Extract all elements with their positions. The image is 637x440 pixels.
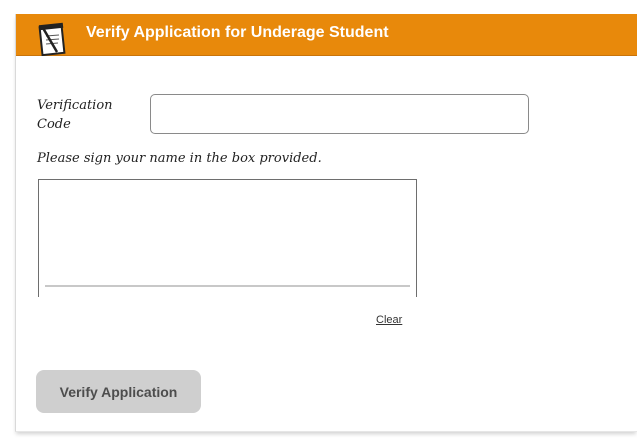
signature-baseline bbox=[45, 285, 410, 287]
verification-code-input[interactable] bbox=[150, 94, 529, 134]
verify-application-panel: Verify Application for Underage Student … bbox=[15, 14, 637, 432]
verification-code-label: Verification Code bbox=[37, 98, 113, 132]
clear-signature-link[interactable]: Clear bbox=[376, 314, 402, 326]
verify-application-button[interactable]: Verify Application bbox=[36, 370, 201, 413]
panel-header: Verify Application for Underage Student bbox=[16, 14, 637, 57]
signature-instructions: Please sign your name in the box provide… bbox=[37, 151, 322, 166]
notepad-icon bbox=[37, 22, 69, 57]
signature-pad[interactable] bbox=[38, 179, 417, 297]
panel-title: Verify Application for Underage Student bbox=[86, 24, 389, 41]
